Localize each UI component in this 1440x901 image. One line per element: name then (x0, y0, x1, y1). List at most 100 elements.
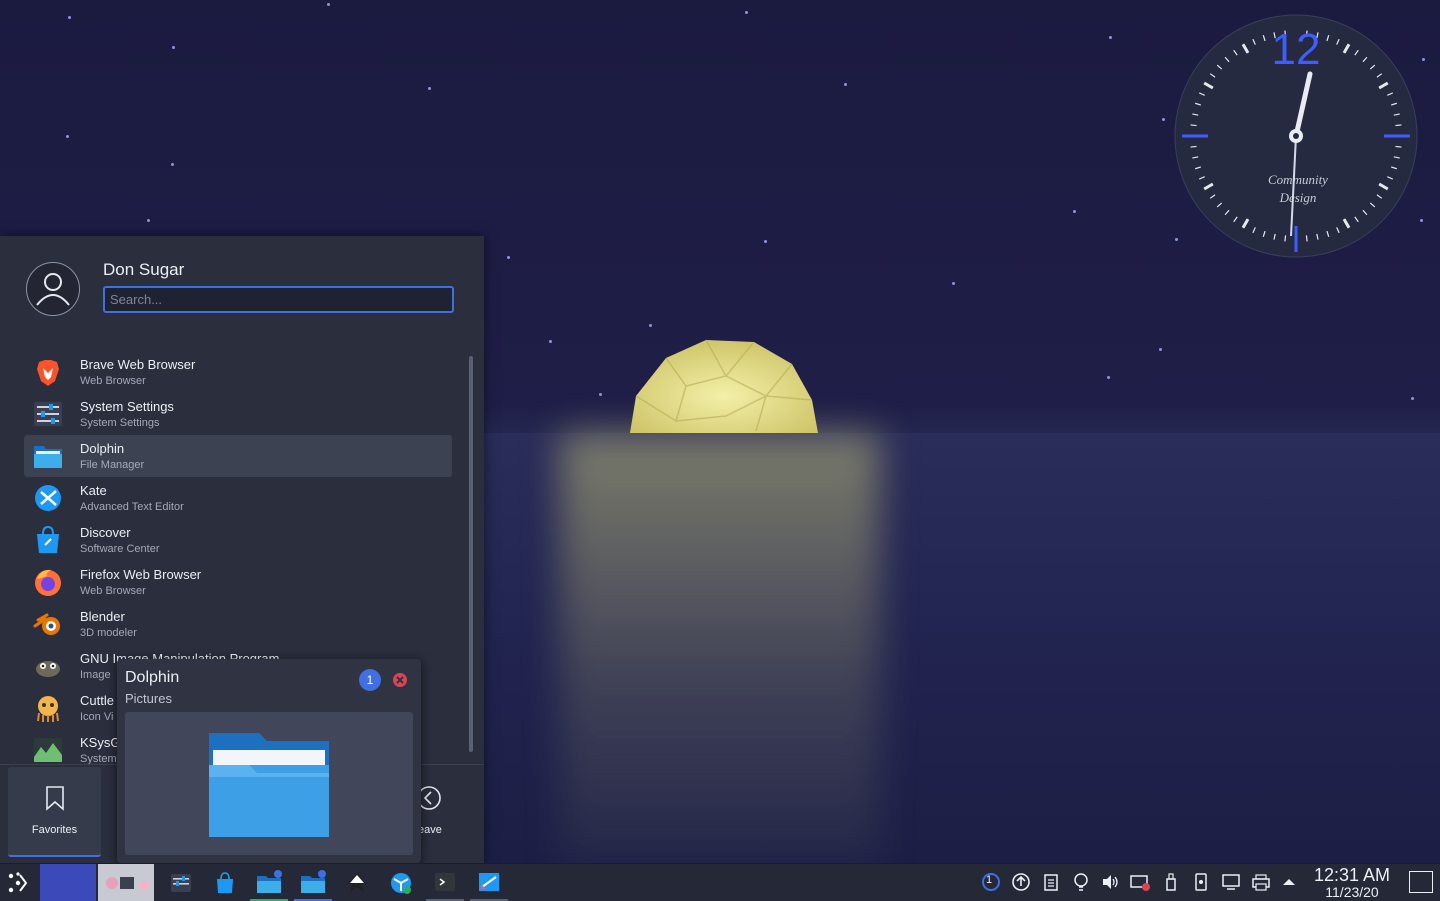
ksysguard-icon (34, 738, 62, 762)
tab-leave-label: eave (418, 824, 442, 836)
gimp-icon (36, 661, 60, 677)
activity-count: 1 (986, 874, 993, 886)
app-name: Blender (80, 609, 125, 624)
taskbar-spectacle[interactable] (470, 864, 508, 901)
app-name: Firefox Web Browser (80, 567, 202, 582)
discover-icon (217, 871, 233, 893)
printer-icon[interactable] (1251, 872, 1271, 892)
window-thumbnail[interactable] (125, 712, 413, 855)
bookmark-icon (46, 786, 64, 811)
user-avatar[interactable] (26, 262, 80, 316)
taskbar-konsole[interactable] (426, 864, 464, 901)
app-desc: Icon Vi (80, 711, 114, 723)
folder-icon (301, 869, 326, 893)
app-item-firefox[interactable]: Firefox Web Browser Web Browser (24, 561, 452, 603)
clock-time: 12:31 AM (1313, 865, 1391, 885)
blender-icon (33, 613, 60, 635)
show-hidden-icons-icon[interactable] (1279, 872, 1299, 892)
taskbar-system-settings[interactable] (162, 864, 200, 901)
wallpaper-moon-reflection (560, 433, 880, 863)
kde-menu-icon (8, 871, 28, 892)
pager-desktop-preview[interactable] (98, 864, 154, 901)
taskbar-network-browser[interactable] (382, 864, 420, 901)
desktop-preview-icon (106, 876, 149, 891)
tooltip-title: Dolphin (125, 669, 180, 686)
folder-icon (257, 869, 282, 893)
user-icon (36, 273, 70, 306)
tab-favorites[interactable]: Favorites (8, 767, 101, 857)
app-name: Dolphin (80, 441, 125, 456)
app-desc: Web Browser (80, 375, 146, 387)
virtual-desktop-pager[interactable] (40, 864, 96, 901)
clock-tick (1190, 124, 1197, 127)
app-desc: Image (80, 669, 111, 681)
app-item-brave[interactable]: Brave Web Browser Web Browser (24, 351, 452, 393)
app-desc: Advanced Text Editor (80, 501, 184, 513)
app-desc: 3D modeler (80, 627, 137, 639)
taskbar: 1 12:31 AM 11/23/20 (0, 863, 1440, 901)
tooltip-subtitle: Pictures (125, 691, 172, 706)
clock-tick (1190, 145, 1197, 148)
taskbar-discover[interactable] (206, 864, 244, 901)
taskbar-inkscape[interactable] (338, 864, 376, 901)
display-icon[interactable] (1221, 872, 1241, 892)
task-tooltip[interactable]: Dolphin Pictures 1 (117, 659, 421, 863)
inkscape-icon (347, 872, 367, 892)
clipboard-icon[interactable] (1041, 872, 1061, 892)
clock-date: 11/23/20 (1325, 884, 1379, 900)
clock-tick (1395, 145, 1402, 148)
application-launcher-button[interactable] (0, 864, 36, 901)
show-desktop-button[interactable] (1409, 871, 1433, 893)
app-item-kate[interactable]: Kate Advanced Text Editor (24, 477, 452, 519)
app-name: Brave Web Browser (80, 357, 196, 372)
analog-clock-widget[interactable]: 12 Community Design (1174, 14, 1418, 258)
app-desc: Software Center (80, 543, 160, 555)
folder-icon (209, 733, 329, 837)
taskbar-dolphin-1[interactable] (250, 864, 288, 901)
app-name: KSysG (80, 735, 121, 750)
clock-brand-line2: Design (1279, 190, 1317, 205)
app-name: System Settings (80, 399, 174, 414)
night-color-icon[interactable] (1071, 872, 1091, 892)
kate-icon (35, 485, 61, 511)
app-item-discover[interactable]: Discover Software Center (24, 519, 452, 561)
usb-device-icon[interactable] (1161, 872, 1181, 892)
updates-icon[interactable] (1011, 872, 1031, 892)
tooltip-window-count-badge: 1 (359, 669, 381, 691)
close-icon[interactable] (392, 672, 408, 688)
settings-icon (34, 402, 62, 426)
firefox-icon (35, 569, 61, 596)
app-name: Discover (80, 525, 131, 540)
taskbar-dolphin-2[interactable] (294, 864, 332, 901)
app-desc: System Settings (80, 417, 160, 429)
folder-icon (34, 446, 62, 468)
app-desc: Web Browser (80, 585, 146, 597)
app-name: Cuttle (80, 693, 114, 708)
user-name: Don Sugar (103, 260, 185, 279)
app-name: Kate (80, 483, 107, 498)
clock-tick (1284, 235, 1287, 242)
clock-tick (1305, 235, 1308, 242)
terminal-icon (435, 872, 455, 891)
kdeconnect-icon[interactable] (1191, 872, 1211, 892)
clock-numeral-12: 12 (1272, 25, 1321, 74)
brave-icon (37, 360, 59, 386)
search-input[interactable] (103, 286, 454, 313)
app-item-system-settings[interactable]: System Settings System Settings (24, 393, 452, 435)
digital-clock[interactable]: 12:31 AM 11/23/20 (1306, 865, 1398, 900)
network-disconnected-icon[interactable] (1130, 872, 1150, 892)
favorites-scrollbar[interactable] (469, 356, 473, 752)
globe-icon (391, 872, 411, 894)
app-item-dolphin[interactable]: Dolphin File Manager (24, 435, 452, 477)
app-desc: File Manager (80, 459, 145, 471)
clock-tick (1395, 124, 1402, 127)
screenshot-icon (479, 872, 499, 891)
volume-icon[interactable] (1100, 872, 1120, 892)
discover-icon (37, 525, 59, 553)
cuttlefish-icon (37, 696, 59, 722)
wallpaper-moon (630, 339, 818, 433)
app-item-blender[interactable]: Blender 3D modeler (24, 603, 452, 645)
settings-icon (171, 873, 191, 892)
clock-brand-line1: Community (1268, 172, 1328, 187)
tab-favorites-label: Favorites (31, 824, 78, 836)
